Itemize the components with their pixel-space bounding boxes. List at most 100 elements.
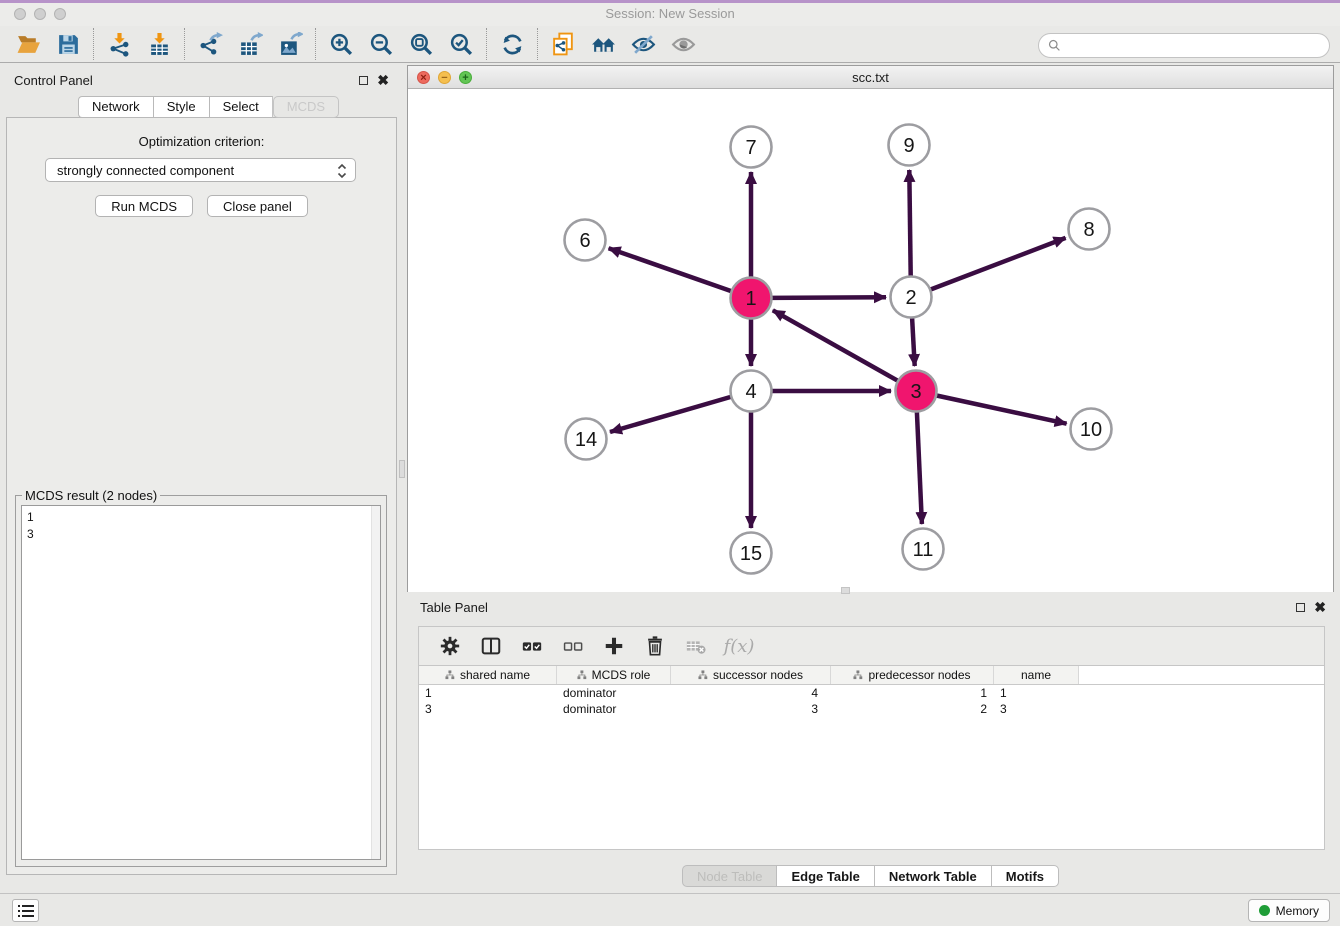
float-table-panel-icon[interactable] <box>1296 603 1305 612</box>
tab-network[interactable]: Network <box>78 96 153 118</box>
zoom-out-button[interactable] <box>364 28 398 60</box>
graph-node-14[interactable]: 14 <box>566 419 607 460</box>
app-title: Session: New Session <box>0 0 1340 28</box>
import-table-button[interactable] <box>142 28 176 60</box>
tab-mcds[interactable]: MCDS <box>273 96 339 118</box>
zoom-fit-button[interactable] <box>404 28 438 60</box>
zoom-in-button[interactable] <box>324 28 358 60</box>
graph-node-2[interactable]: 2 <box>891 277 932 318</box>
mcds-result-scrollbar[interactable] <box>371 506 380 859</box>
tab-style[interactable]: Style <box>153 96 209 118</box>
zoom-window-button[interactable] <box>54 8 66 20</box>
column-header-shared-name[interactable]: shared name <box>419 666 557 684</box>
minimize-view-button[interactable]: − <box>438 71 451 84</box>
split-columns-icon <box>480 635 502 657</box>
table-row[interactable]: 3 dominator 3 2 3 <box>419 701 1324 717</box>
close-table-panel-icon[interactable]: ✖ <box>1314 602 1326 612</box>
svg-text:11: 11 <box>913 539 934 561</box>
tab-motifs[interactable]: Motifs <box>991 865 1059 887</box>
run-mcds-button[interactable]: Run MCDS <box>95 195 193 217</box>
task-history-button[interactable] <box>12 899 39 922</box>
graph-edge-2-8[interactable] <box>931 238 1066 290</box>
import-table-icon <box>147 32 172 57</box>
houses-icon <box>591 32 616 57</box>
graph-edge-4-14[interactable] <box>610 397 731 432</box>
graph-node-9[interactable]: 9 <box>889 125 930 166</box>
open-session-button[interactable] <box>11 28 45 60</box>
graph-node-8[interactable]: 8 <box>1069 209 1110 250</box>
criterion-value: strongly connected component <box>57 163 234 178</box>
close-panel-icon[interactable]: ✖ <box>377 75 389 85</box>
copy-network-button[interactable] <box>546 28 580 60</box>
maximize-view-button[interactable]: + <box>459 71 472 84</box>
column-header-successor-nodes[interactable]: successor nodes <box>671 666 831 684</box>
graph-edge-2-3[interactable] <box>912 318 915 366</box>
refresh-button[interactable] <box>495 28 529 60</box>
hide-selected-button[interactable] <box>626 28 660 60</box>
memory-status-icon <box>1259 905 1270 916</box>
column-header-name[interactable]: name <box>994 666 1079 684</box>
memory-button[interactable]: Memory <box>1248 899 1330 922</box>
graph-edge-2-9[interactable] <box>909 170 910 276</box>
export-image-button[interactable] <box>273 28 307 60</box>
save-session-button[interactable] <box>51 28 85 60</box>
graph-edge-3-1[interactable] <box>773 310 898 380</box>
graph-node-7[interactable]: 7 <box>731 127 772 168</box>
delete-column-button[interactable] <box>641 632 669 660</box>
horizontal-splitter-handle[interactable] <box>841 587 850 594</box>
tab-edge-table[interactable]: Edge Table <box>776 865 873 887</box>
split-table-button[interactable] <box>477 632 505 660</box>
minimize-window-button[interactable] <box>34 8 46 20</box>
tab-node-table[interactable]: Node Table <box>682 865 777 887</box>
select-all-columns-button[interactable] <box>518 632 546 660</box>
search-input-wrapper[interactable] <box>1038 33 1330 58</box>
table-settings-button[interactable] <box>436 632 464 660</box>
table-row[interactable]: 1 dominator 4 1 1 <box>419 685 1324 701</box>
graph-node-10[interactable]: 10 <box>1071 409 1112 450</box>
graph-node-11[interactable]: 11 <box>903 529 944 570</box>
window-controls[interactable] <box>14 8 66 20</box>
toolbar-separator <box>315 28 316 60</box>
graph-node-1[interactable]: 1 <box>731 278 772 319</box>
vertical-splitter-handle[interactable] <box>399 460 405 478</box>
toolbar-separator <box>537 28 538 60</box>
search-input[interactable] <box>1061 38 1329 53</box>
graph-edge-3-11[interactable] <box>917 412 922 524</box>
network-window-titlebar[interactable]: × − + scc.txt <box>408 66 1333 89</box>
tab-select[interactable]: Select <box>209 96 273 118</box>
column-header-predecessor-nodes[interactable]: predecessor nodes <box>831 666 994 684</box>
criterion-select[interactable]: strongly connected component <box>45 158 356 182</box>
close-window-button[interactable] <box>14 8 26 20</box>
mcds-result-group: MCDS result (2 nodes) 1 3 <box>15 495 387 867</box>
close-panel-button[interactable]: Close panel <box>207 195 308 217</box>
network-graph[interactable]: 7 9 6 8 1 2 4 3 14 10 15 11 <box>408 89 1333 592</box>
graph-edge-1-6[interactable] <box>609 248 732 291</box>
column-header-mcds-role[interactable]: MCDS role <box>557 666 671 684</box>
unselect-all-columns-button[interactable] <box>559 632 587 660</box>
control-panel: Control Panel ✖ Network Style Select MCD… <box>6 68 397 884</box>
tab-network-table[interactable]: Network Table <box>874 865 991 887</box>
network-window-controls[interactable]: × − + <box>417 71 472 84</box>
import-network-button[interactable] <box>102 28 136 60</box>
svg-text:8: 8 <box>1083 219 1094 241</box>
checked-boxes-icon <box>521 635 543 657</box>
mcds-panel: Optimization criterion: strongly connect… <box>6 117 397 875</box>
export-table-button[interactable] <box>233 28 267 60</box>
export-network-button[interactable] <box>193 28 227 60</box>
show-all-button[interactable] <box>666 28 700 60</box>
table-panel-tabs: Node Table Edge Table Network Table Moti… <box>407 865 1334 887</box>
graph-node-3[interactable]: 3 <box>896 371 937 412</box>
add-column-button[interactable] <box>600 632 628 660</box>
zoom-selected-button[interactable] <box>444 28 478 60</box>
mcds-result-text[interactable]: 1 3 <box>21 505 381 860</box>
graph-edge-1-2[interactable] <box>772 297 886 298</box>
delete-table-button[interactable] <box>682 632 710 660</box>
first-neighbors-button[interactable] <box>586 28 620 60</box>
float-panel-icon[interactable] <box>359 76 368 85</box>
function-builder-button[interactable]: f(x) <box>723 632 751 660</box>
graph-node-4[interactable]: 4 <box>731 371 772 412</box>
graph-edge-3-10[interactable] <box>937 396 1067 424</box>
graph-node-6[interactable]: 6 <box>565 220 606 261</box>
graph-node-15[interactable]: 15 <box>731 533 772 574</box>
close-view-button[interactable]: × <box>417 71 430 84</box>
